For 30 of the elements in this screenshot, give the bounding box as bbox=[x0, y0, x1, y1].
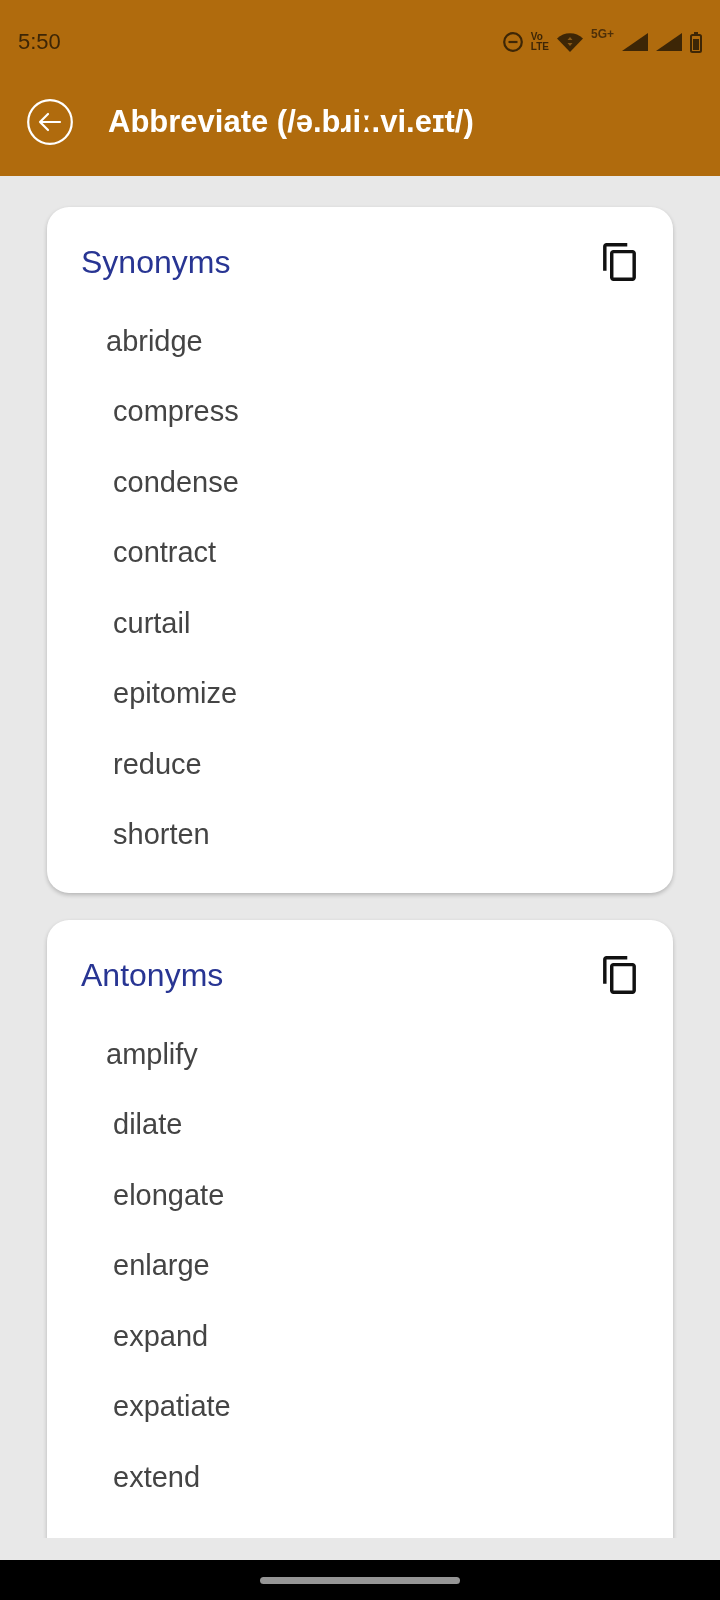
word-text: amplify bbox=[106, 1036, 198, 1072]
word-text: compress bbox=[113, 394, 239, 430]
section-heading: Synonyms bbox=[81, 242, 231, 282]
network-type-label: 5G+ bbox=[591, 27, 614, 40]
word-text: expand bbox=[113, 1318, 209, 1354]
page-title: Abbreviate (/ə.bɹiː.vi.eɪt/) bbox=[108, 103, 474, 141]
word-text: curtail bbox=[113, 605, 191, 641]
word-text: epitomize bbox=[113, 676, 238, 712]
word-text: extend bbox=[113, 1459, 201, 1495]
word-text: condense bbox=[113, 464, 239, 500]
word-text: elongate bbox=[113, 1177, 225, 1213]
section-heading: Antonyms bbox=[81, 955, 224, 995]
home-indicator[interactable] bbox=[260, 1576, 460, 1584]
signal-icon bbox=[656, 33, 682, 51]
back-icon[interactable] bbox=[27, 99, 73, 145]
word-text: reduce bbox=[113, 746, 202, 782]
volte-label: Vo LTE bbox=[530, 31, 549, 53]
word-text: expatiate bbox=[113, 1389, 231, 1425]
wifi-icon bbox=[557, 32, 583, 52]
word-text: shorten bbox=[113, 817, 210, 853]
word-text: dilate bbox=[113, 1107, 183, 1143]
word-text: abridge bbox=[106, 323, 203, 359]
status-time: 5:50 bbox=[18, 31, 61, 53]
word-text: enlarge bbox=[113, 1248, 210, 1284]
word-text: contract bbox=[113, 535, 217, 571]
copy-icon[interactable] bbox=[603, 243, 636, 281]
battery-icon bbox=[690, 31, 702, 53]
signal-icon bbox=[622, 33, 648, 51]
copy-icon[interactable] bbox=[603, 956, 636, 994]
do-not-disturb-icon bbox=[502, 32, 523, 52]
